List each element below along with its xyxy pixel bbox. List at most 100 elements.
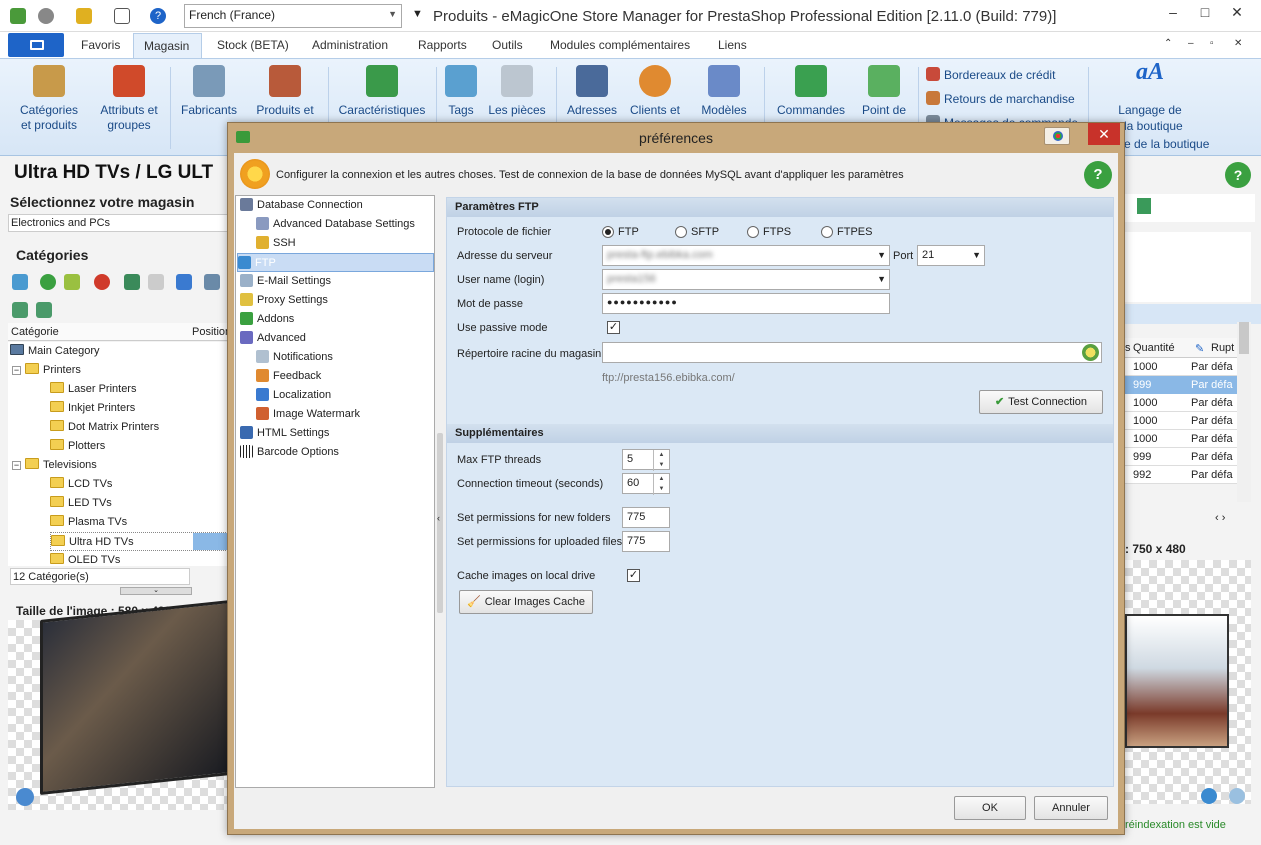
refresh-icon[interactable] bbox=[76, 8, 92, 24]
nav-notifications[interactable]: Notifications bbox=[256, 348, 333, 367]
ok-button[interactable]: OK bbox=[954, 796, 1026, 820]
tags-button[interactable]: Tags bbox=[442, 65, 480, 118]
dialog-help-button[interactable] bbox=[1044, 127, 1070, 145]
perm-new-input[interactable]: 775 bbox=[622, 507, 670, 528]
zoom-icon[interactable] bbox=[1229, 788, 1245, 804]
tree-item[interactable]: Plotters bbox=[50, 437, 105, 456]
cancel-button[interactable]: Annuler bbox=[1034, 796, 1108, 820]
language-select[interactable]: French (France) ▼ bbox=[184, 4, 402, 28]
nav-barcode[interactable]: Barcode Options bbox=[240, 443, 339, 462]
server-input[interactable]: presta-ftp.ebibka.com ▼ bbox=[602, 245, 890, 266]
cache-checkbox[interactable]: ✓ bbox=[627, 569, 640, 582]
manufacturers-button[interactable]: Fabricants bbox=[178, 65, 240, 118]
table-row[interactable]: 1000 Par défa bbox=[1125, 430, 1237, 448]
nav-html[interactable]: HTML Settings bbox=[240, 424, 329, 443]
close-button[interactable]: ✕ bbox=[1224, 4, 1250, 21]
nav-ssh[interactable]: SSH bbox=[256, 234, 296, 253]
points-button[interactable]: Point de bbox=[856, 65, 912, 118]
password-input[interactable]: ●●●●●●●●●●● bbox=[602, 293, 890, 314]
ribbon-up-icon[interactable]: ⌃ bbox=[1164, 38, 1172, 49]
customers-button[interactable]: Clients et bbox=[626, 65, 684, 118]
timeout-input[interactable]: 60 ▲ ▼ bbox=[622, 473, 670, 495]
threads-input[interactable]: 5 ▲ ▼ bbox=[622, 449, 670, 471]
splitter-handle[interactable]: ⌄ bbox=[120, 587, 192, 595]
tree-item-selected[interactable]: Ultra HD TVs bbox=[50, 532, 229, 551]
addresses-button[interactable]: Adresses bbox=[564, 65, 620, 118]
collapse-all-icon[interactable] bbox=[36, 302, 52, 318]
nav-localization[interactable]: Localization bbox=[256, 386, 331, 405]
table-row-selected[interactable]: 999 Par défa bbox=[1125, 376, 1237, 394]
copy-icon[interactable] bbox=[124, 274, 140, 290]
minimize-button[interactable]: – bbox=[1160, 4, 1186, 20]
col-quantity[interactable]: Quantité bbox=[1133, 342, 1175, 354]
attributes-button[interactable]: Attributs et groupes bbox=[96, 65, 162, 133]
table-row[interactable]: 992 Par défa bbox=[1125, 466, 1237, 484]
suppliers-button[interactable]: Produits et bbox=[250, 65, 320, 118]
tree-item[interactable]: LCD TVs bbox=[50, 475, 112, 494]
tree-item[interactable]: Main Category bbox=[10, 342, 100, 361]
add-icon[interactable] bbox=[40, 274, 56, 290]
features-button[interactable]: Caractéristiques bbox=[336, 65, 428, 118]
table-row[interactable]: 999 Par défa bbox=[1125, 448, 1237, 466]
help-icon[interactable]: ? bbox=[150, 8, 166, 24]
table-row[interactable]: 1000 Par défa bbox=[1125, 394, 1237, 412]
store-select[interactable]: Electronics and PCs bbox=[8, 214, 230, 232]
attachments-button[interactable]: Les pièces bbox=[486, 65, 548, 118]
clear-cache-button[interactable]: 🧹 Clear Images Cache bbox=[459, 590, 593, 614]
table-row[interactable]: 1000 Par défa bbox=[1125, 358, 1237, 376]
view-icon[interactable] bbox=[204, 274, 220, 290]
tree-item[interactable]: Plasma TVs bbox=[50, 513, 127, 532]
tab-rapports[interactable]: Rapports bbox=[418, 38, 467, 52]
tree-item[interactable]: Dot Matrix Printers bbox=[50, 418, 159, 437]
scrollbar[interactable] bbox=[1237, 322, 1251, 502]
tab-stock[interactable]: Stock (BETA) bbox=[217, 38, 289, 52]
passive-checkbox[interactable]: ✓ bbox=[607, 321, 620, 334]
perm-upload-input[interactable]: 775 bbox=[622, 531, 670, 552]
tree-item[interactable]: − Printers bbox=[12, 361, 81, 380]
radio-ftps[interactable] bbox=[747, 226, 759, 238]
shop-language-button[interactable]: aA Langage de bbox=[1110, 60, 1190, 118]
root-dir-input[interactable] bbox=[602, 342, 1102, 363]
panel-splitter[interactable]: ‹ bbox=[437, 433, 443, 613]
nav-addons[interactable]: Addons bbox=[240, 310, 294, 329]
orders-button[interactable]: Commandes bbox=[772, 65, 850, 118]
tab-liens[interactable]: Liens bbox=[718, 38, 747, 52]
credit-slips-link[interactable]: Bordereaux de crédit bbox=[926, 67, 1055, 82]
dialog-close-button[interactable]: ✕ bbox=[1088, 123, 1120, 145]
browse-folder-icon[interactable] bbox=[1082, 344, 1099, 361]
export-icon[interactable] bbox=[1137, 198, 1151, 214]
port-input[interactable]: 21 ▼ bbox=[917, 245, 985, 266]
nav-advanced-db[interactable]: Advanced Database Settings bbox=[256, 215, 415, 234]
ribbon-min-icon[interactable]: – bbox=[1188, 38, 1194, 49]
expand-all-icon[interactable] bbox=[12, 302, 28, 318]
table-row[interactable]: 1000 Par défa bbox=[1125, 412, 1237, 430]
tab-outils[interactable]: Outils bbox=[492, 38, 523, 52]
nav-database-connection[interactable]: Database Connection bbox=[240, 196, 363, 215]
window-icon[interactable] bbox=[114, 8, 130, 24]
gear-icon[interactable] bbox=[38, 8, 54, 24]
test-connection-button[interactable]: ✔ Test Connection bbox=[979, 390, 1103, 414]
ribbon-close-icon[interactable]: ✕ bbox=[1234, 38, 1242, 49]
tree-item[interactable]: OLED TVs bbox=[50, 551, 120, 566]
nav-image-watermark[interactable]: Image Watermark bbox=[256, 405, 360, 424]
edit-icon[interactable] bbox=[64, 274, 80, 290]
returns-link[interactable]: Retours de marchandise bbox=[926, 91, 1075, 106]
scroll-left-right-icon[interactable]: ‹ › bbox=[1215, 512, 1225, 524]
tab-favoris[interactable]: Favoris bbox=[81, 38, 120, 52]
refresh-icon[interactable] bbox=[12, 274, 28, 290]
zoom-icon[interactable] bbox=[16, 788, 34, 806]
dropdown-icon[interactable]: ▼ bbox=[412, 8, 423, 20]
help-icon[interactable]: ? bbox=[1084, 161, 1112, 189]
globe-icon[interactable] bbox=[176, 274, 192, 290]
nav-proxy[interactable]: Proxy Settings bbox=[240, 291, 328, 310]
rotate-icon[interactable] bbox=[1201, 788, 1217, 804]
tab-magasin[interactable]: Magasin bbox=[133, 33, 202, 59]
file-tab[interactable] bbox=[8, 33, 64, 57]
help-icon[interactable]: ? bbox=[1225, 162, 1251, 188]
nav-ftp[interactable]: FTP bbox=[237, 253, 434, 272]
radio-ftp[interactable] bbox=[602, 226, 614, 238]
nav-email[interactable]: E-Mail Settings bbox=[240, 272, 331, 291]
categories-button[interactable]: Catégories et produits bbox=[16, 65, 82, 133]
user-input[interactable]: presta156 ▼ bbox=[602, 269, 890, 290]
delete-icon[interactable] bbox=[94, 274, 110, 290]
